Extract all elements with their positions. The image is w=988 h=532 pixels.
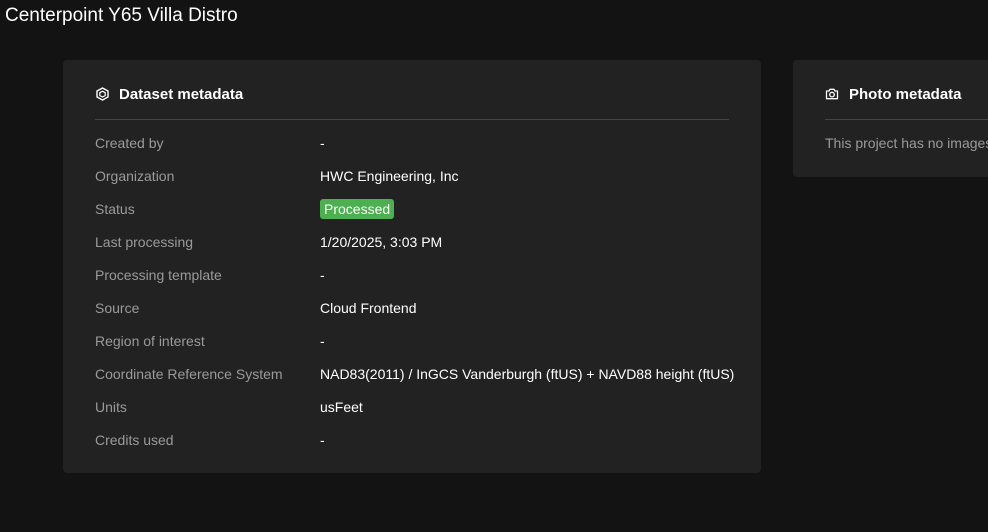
status-badge: Processed [320, 199, 395, 219]
camera-icon [825, 87, 839, 101]
metadata-value: Cloud Frontend [320, 300, 417, 316]
page-title: Centerpoint Y65 Villa Distro [5, 5, 238, 26]
metadata-label: Last processing [95, 234, 194, 250]
card-title: Dataset metadata [119, 85, 244, 103]
metadata-label: Credits used [95, 432, 174, 448]
metadata-value: - [320, 333, 325, 349]
metadata-row-credits-used: Credits used - [95, 430, 735, 463]
metadata-label: Organization [95, 168, 175, 184]
header-divider [825, 119, 988, 120]
metadata-label: Region of interest [95, 333, 205, 349]
metadata-value: usFeet [320, 399, 363, 415]
metadata-value: - [320, 432, 325, 448]
metadata-value: - [320, 267, 325, 283]
header-divider [95, 119, 729, 120]
metadata-value: 1/20/2025, 3:03 PM [320, 234, 443, 250]
metadata-value: - [320, 135, 325, 151]
metadata-row-created-by: Created by - [95, 133, 735, 166]
metadata-row-units: Units usFeet [95, 397, 735, 430]
metadata-label: Source [95, 300, 140, 316]
metadata-row-organization: Organization HWC Engineering, Inc [95, 166, 735, 199]
card-title: Photo metadata [849, 85, 962, 103]
metadata-row-region-of-interest: Region of interest - [95, 331, 735, 364]
metadata-value: Processed [320, 199, 395, 219]
metadata-list: Created by - Organization HWC Engineerin… [95, 133, 735, 463]
photo-metadata-header: Photo metadata [825, 84, 962, 104]
metadata-row-crs: Coordinate Reference System NAD83(2011) … [95, 364, 735, 397]
metadata-row-source: Source Cloud Frontend [95, 298, 735, 331]
no-images-message: This project has no images [825, 135, 988, 151]
metadata-value: NAD83(2011) / InGCS Vanderburgh (ftUS) +… [320, 366, 735, 382]
photo-metadata-card: Photo metadata This project has no image… [793, 60, 988, 177]
metadata-row-status: Status Processed [95, 199, 735, 232]
metadata-label: Units [95, 399, 127, 415]
metadata-label: Coordinate Reference System [95, 366, 283, 382]
dataset-metadata-card: Dataset metadata Created by - Organizati… [63, 60, 761, 473]
metadata-label: Processing template [95, 267, 222, 283]
dataset-metadata-header: Dataset metadata [95, 84, 243, 104]
metadata-row-processing-template: Processing template - [95, 265, 735, 298]
cube-outline-icon [95, 87, 109, 101]
metadata-label: Status [95, 201, 135, 217]
metadata-row-last-processing: Last processing 1/20/2025, 3:03 PM [95, 232, 735, 265]
metadata-label: Created by [95, 135, 164, 151]
metadata-value: HWC Engineering, Inc [320, 168, 459, 184]
